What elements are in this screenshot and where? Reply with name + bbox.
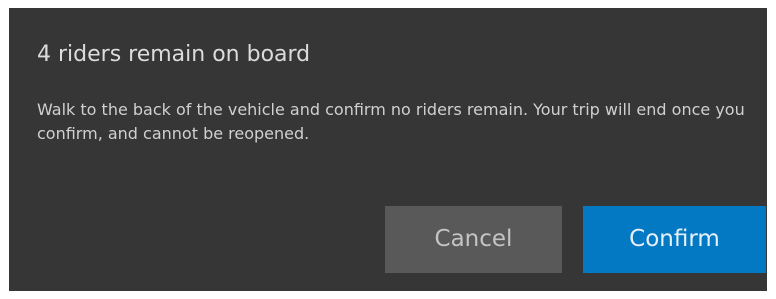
screen-frame: 4 riders remain on board Walk to the bac… (0, 0, 776, 299)
dialog-title: 4 riders remain on board (37, 42, 311, 67)
end-trip-dialog: 4 riders remain on board Walk to the bac… (9, 8, 767, 291)
dialog-message: Walk to the back of the vehicle and conf… (37, 100, 745, 143)
confirm-button[interactable]: Confirm (583, 206, 766, 273)
cancel-button[interactable]: Cancel (385, 206, 562, 273)
